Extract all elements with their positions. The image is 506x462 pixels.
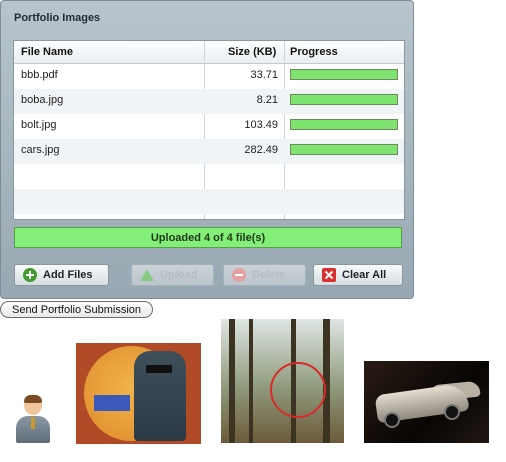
send-portfolio-submission-button[interactable]: Send Portfolio Submission <box>0 301 153 318</box>
column-header-progress[interactable]: Progress <box>290 46 338 58</box>
progress-fill <box>291 70 397 79</box>
logo-label-shape <box>94 395 130 411</box>
file-progress-bar <box>290 69 398 80</box>
table-row[interactable]: bolt.jpg 103.49 <box>14 114 404 139</box>
delete-icon <box>232 268 246 282</box>
tree-trunk <box>229 319 235 443</box>
helmet-visor <box>146 365 172 373</box>
delete-label: Delete <box>252 269 286 281</box>
upload-button[interactable]: Upload <box>131 264 214 286</box>
bigfoot-thumbnail[interactable] <box>221 319 344 443</box>
avatar-tie <box>31 417 35 429</box>
add-icon <box>23 268 37 282</box>
avatar-thumbnail[interactable] <box>16 395 50 443</box>
clear-all-button[interactable]: Clear All <box>313 264 403 286</box>
portfolio-upload-panel: Portfolio Images File Name Size (KB) Pro… <box>0 0 414 299</box>
boba-thumbnail[interactable] <box>76 343 201 444</box>
file-progress-bar <box>290 94 398 105</box>
file-progress-bar <box>290 119 398 130</box>
progress-fill <box>291 95 397 104</box>
column-header-size[interactable]: Size (KB) <box>228 46 276 58</box>
table-row[interactable]: boba.jpg 8.21 <box>14 89 404 114</box>
file-grid: File Name Size (KB) Progress bbb.pdf 33.… <box>13 40 405 220</box>
add-files-button[interactable]: Add Files <box>14 264 109 286</box>
tree-trunk <box>249 319 253 443</box>
empty-row <box>14 164 404 189</box>
delete-button[interactable]: Delete <box>223 264 306 286</box>
file-size-cell: 103.49 <box>244 119 278 131</box>
file-name-cell: boba.jpg <box>21 94 64 106</box>
avatar-hair <box>24 395 42 403</box>
table-row[interactable]: bbb.pdf 33.71 <box>14 64 404 89</box>
file-progress-bar <box>290 144 398 155</box>
highlight-circle <box>270 362 326 418</box>
car-wheel <box>384 412 400 428</box>
table-row[interactable]: cars.jpg 282.49 <box>14 139 404 164</box>
file-size-cell: 33.71 <box>250 69 278 81</box>
grid-header: File Name Size (KB) Progress <box>14 41 404 64</box>
empty-row <box>14 189 404 214</box>
upload-arrow-icon <box>140 269 154 281</box>
file-size-cell: 8.21 <box>256 94 278 106</box>
clear-x-icon <box>322 268 336 282</box>
car-wheel <box>444 404 460 420</box>
upload-status-text: Uploaded 4 of 4 file(s) <box>150 232 266 244</box>
file-size-cell: 282.49 <box>244 144 278 156</box>
panel-title: Portfolio Images <box>14 12 101 24</box>
file-rows: bbb.pdf 33.71 boba.jpg 8.21 bolt.jpg 103… <box>14 64 404 214</box>
progress-fill <box>291 145 397 154</box>
file-name-cell: cars.jpg <box>21 144 60 156</box>
upload-label: Upload <box>160 269 198 281</box>
progress-fill <box>291 120 397 129</box>
add-files-label: Add Files <box>43 269 93 281</box>
cars-thumbnail[interactable] <box>364 361 489 443</box>
file-name-cell: bbb.pdf <box>21 69 58 81</box>
column-header-file-name[interactable]: File Name <box>21 46 73 58</box>
clear-all-label: Clear All <box>342 269 387 281</box>
overall-progress-bar: Uploaded 4 of 4 file(s) <box>14 227 402 248</box>
file-name-cell: bolt.jpg <box>21 119 57 131</box>
